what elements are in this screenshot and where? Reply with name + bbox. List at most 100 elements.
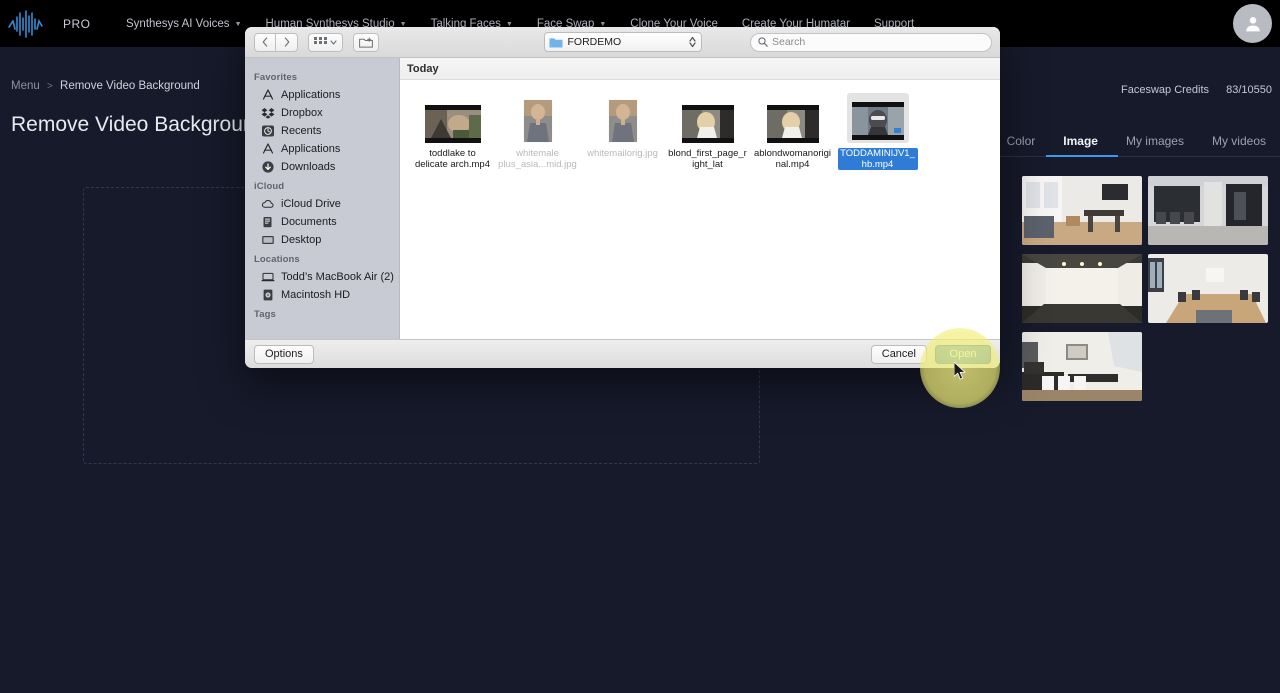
options-button[interactable]: Options <box>254 344 314 364</box>
file-item-toddaminijv1-hb[interactable]: TODDAMINIJV1_hb.mp4 <box>835 93 920 170</box>
new-folder-icon <box>359 37 373 48</box>
avatar[interactable] <box>1233 4 1272 43</box>
page-title: Remove Video Background <box>11 113 267 136</box>
file-thumbnail <box>522 93 553 143</box>
dialog-file-area: Today toddlake to delicate arch.mp4 whit… <box>400 58 1000 339</box>
thumbnail-dark-modern-lobby[interactable] <box>1148 176 1268 245</box>
file-item-toddlake-to-delicate-arch[interactable]: toddlake to delicate arch.mp4 <box>410 93 495 170</box>
tab-my-images[interactable]: My images <box>1112 134 1198 157</box>
file-item-whitemale-plus-asia[interactable]: whitemale plus_asia...mid.jpg <box>495 93 580 170</box>
file-item-ablondwomanoriginal[interactable]: ablondwomanoriginal.mp4 <box>750 93 835 170</box>
video-thumbnail-icon <box>681 105 734 143</box>
thumbnail-empty-white-room[interactable] <box>1022 254 1142 323</box>
search-placeholder: Search <box>772 36 806 48</box>
sidebar-item-label: Dropbox <box>281 107 323 119</box>
thumbnail-white-dining-room[interactable] <box>1022 332 1142 401</box>
file-thumbnail-selected <box>846 93 909 143</box>
brand-name: PRO <box>63 16 91 31</box>
room-photo-icon <box>1148 176 1268 245</box>
sidebar-item-recents[interactable]: Recents <box>245 122 399 140</box>
file-thumbnail <box>681 93 734 143</box>
thumbnail-bright-loft-living-room[interactable] <box>1022 176 1142 245</box>
video-thumbnail-icon <box>851 102 904 140</box>
thumbnail-row <box>1022 332 1280 401</box>
waveform-logo-icon <box>8 9 43 38</box>
portrait-image-thumbnail-icon <box>607 99 638 143</box>
sidebar-header-locations: Locations <box>254 254 300 265</box>
sidebar-item-label: iCloud Drive <box>281 198 341 210</box>
tab-color[interactable]: Color <box>993 134 1050 157</box>
faceswap-credits: Faceswap Credits 83/10550 <box>1121 84 1272 96</box>
sidebar-item-applications-2[interactable]: Applications <box>245 140 399 158</box>
screen: PRO Synthesys AI Voices ▼ Human Synthesy… <box>0 0 1280 693</box>
search-input[interactable]: Search <box>750 32 992 52</box>
nav-label: Synthesys AI Voices <box>126 17 230 30</box>
file-thumbnail <box>424 93 481 143</box>
sidebar-item-icloud-drive[interactable]: iCloud Drive <box>245 195 399 213</box>
sidebar-item-applications[interactable]: Applications <box>245 86 399 104</box>
thumbnail-conference-room-table[interactable] <box>1148 254 1268 323</box>
room-photo-icon <box>1148 254 1268 323</box>
tab-image[interactable]: Image <box>1049 134 1112 157</box>
sidebar-item-macintosh-hd[interactable]: Macintosh HD <box>245 286 399 304</box>
background-thumbnail-grid <box>1022 176 1280 410</box>
sidebar-header-icloud: iCloud <box>254 181 285 192</box>
sidebar-item-dropbox[interactable]: Dropbox <box>245 104 399 122</box>
tabs-divider <box>980 156 1280 157</box>
background-source-tabs: Color Image My images My videos <box>980 125 1280 157</box>
mouse-pointer-icon <box>954 362 966 380</box>
sidebar-item-label: Documents <box>281 216 337 228</box>
file-thumbnail <box>766 93 819 143</box>
file-name: whitemale plus_asia...mid.jpg <box>498 148 577 170</box>
sidebar-item-documents[interactable]: Documents <box>245 213 399 231</box>
nav-item-synthesys-ai-voices[interactable]: Synthesys AI Voices ▼ <box>114 12 254 36</box>
video-thumbnail-icon <box>424 105 481 143</box>
portrait-image-thumbnail-icon <box>522 99 553 143</box>
file-item-blond-first-page-right-lat[interactable]: blond_first_page_right_lat <box>665 93 750 170</box>
sidebar-item-label: Desktop <box>281 234 322 246</box>
dialog-footer: Options Cancel Open <box>245 339 1000 368</box>
cancel-button[interactable]: Cancel <box>870 344 927 364</box>
sidebar-header-tags: Tags <box>254 309 276 320</box>
new-folder-button[interactable] <box>353 32 379 52</box>
room-photo-icon <box>1022 332 1142 401</box>
video-thumbnail-icon <box>766 105 819 143</box>
credits-label: Faceswap Credits <box>1121 84 1210 96</box>
dialog-body: Favorites Applications Dropbox Recents A… <box>245 58 1000 339</box>
breadcrumb-separator: > <box>46 81 53 92</box>
chevron-down-icon: ▼ <box>234 21 242 28</box>
tab-my-videos[interactable]: My videos <box>1198 134 1280 157</box>
sidebar-item-label: Downloads <box>281 161 336 173</box>
breadcrumb-menu-link[interactable]: Menu <box>11 80 40 92</box>
sidebar-item-todds-macbook-air[interactable]: Todd’s MacBook Air (2) <box>245 268 399 286</box>
open-button[interactable]: Open <box>935 344 991 364</box>
brand-logo[interactable]: PRO <box>6 9 102 39</box>
tab-active-indicator <box>1046 155 1118 157</box>
harddrive-icon <box>263 289 273 301</box>
view-mode-button[interactable] <box>308 32 343 52</box>
applications-icon <box>262 89 274 100</box>
documents-icon <box>263 217 272 228</box>
sidebar-item-desktop[interactable]: Desktop <box>245 231 399 249</box>
room-photo-icon <box>1022 254 1142 323</box>
cloud-icon <box>261 200 274 208</box>
back-button[interactable] <box>254 32 276 52</box>
laptop-icon <box>261 272 275 282</box>
recents-clock-icon <box>262 125 274 137</box>
downloads-arrow-icon <box>262 161 274 173</box>
forward-button[interactable] <box>276 32 298 52</box>
file-name: blond_first_page_right_lat <box>668 148 747 170</box>
sidebar-item-label: Applications <box>281 89 341 101</box>
thumbnail-row <box>1022 176 1280 245</box>
room-photo-icon <box>1022 176 1142 245</box>
sidebar-item-downloads[interactable]: Downloads <box>245 158 399 176</box>
breadcrumb-current: Remove Video Background <box>60 80 200 92</box>
file-grid: toddlake to delicate arch.mp4 whitemale … <box>400 80 1000 170</box>
sidebar-header-favorites: Favorites <box>254 72 298 83</box>
user-avatar-icon <box>1245 16 1260 31</box>
breadcrumb: Menu > Remove Video Background <box>11 80 200 92</box>
file-name: whitemailorig.jpg <box>587 148 658 159</box>
credits-value: 83/10550 <box>1226 84 1272 96</box>
path-popup-button[interactable]: FORDEMO <box>543 32 702 52</box>
file-item-whitemailorig[interactable]: whitemailorig.jpg <box>580 93 665 170</box>
